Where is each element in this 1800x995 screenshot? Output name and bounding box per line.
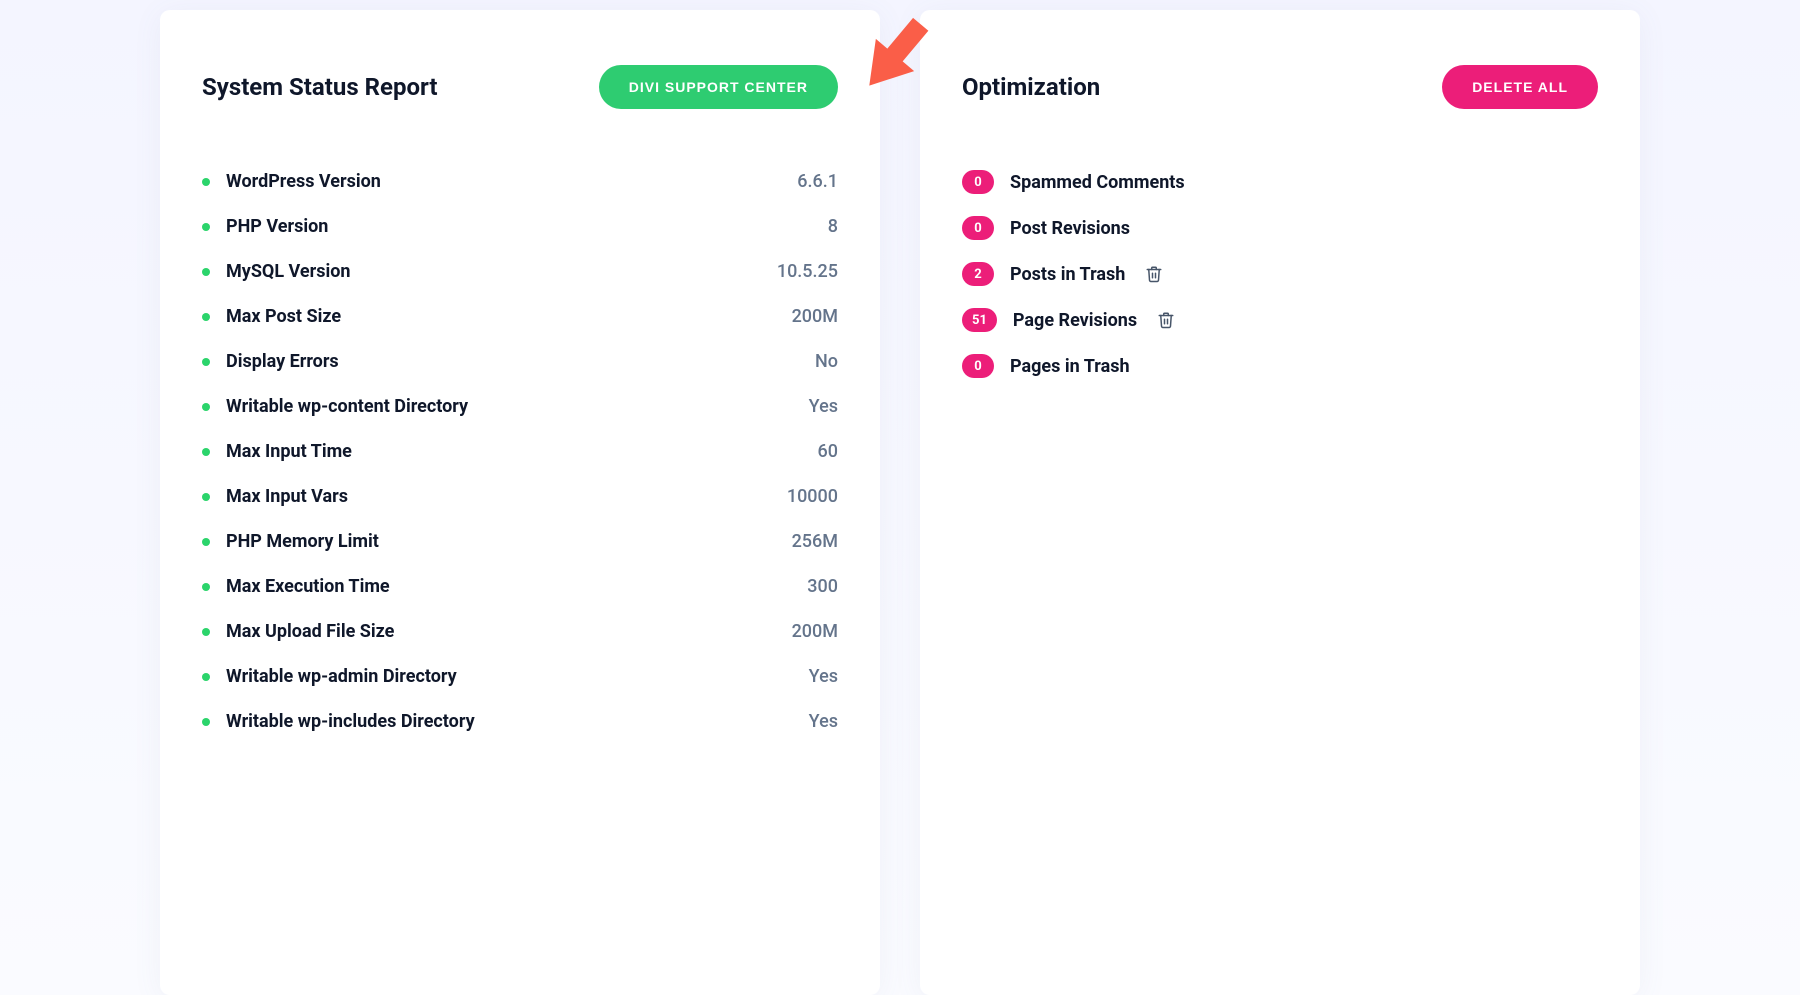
status-dot-icon [202,223,210,231]
status-item: Max Execution Time 300 [202,564,838,609]
optimization-item: 0 Pages in Trash [962,343,1598,389]
status-item-value: Yes [809,666,838,687]
status-dot-icon [202,313,210,321]
status-item-left: Max Input Vars [202,486,348,507]
system-status-card: System Status Report DIVI SUPPORT CENTER… [160,10,880,995]
status-dot-icon [202,538,210,546]
divi-support-center-button[interactable]: DIVI SUPPORT CENTER [599,65,838,109]
status-item-left: Max Post Size [202,306,341,327]
system-status-header: System Status Report DIVI SUPPORT CENTER [202,65,838,109]
status-item-value: 10000 [787,486,838,507]
status-item-left: PHP Memory Limit [202,531,379,552]
status-dot-icon [202,448,210,456]
status-item-left: Writable wp-content Directory [202,396,468,417]
status-dot-icon [202,583,210,591]
status-item: Writable wp-includes Directory Yes [202,699,838,744]
status-item-value: 60 [818,441,838,462]
status-item: MySQL Version 10.5.25 [202,249,838,294]
status-item: WordPress Version 6.6.1 [202,159,838,204]
status-item-label: PHP Version [226,216,328,237]
optimization-list: 0 Spammed Comments 0 Post Revisions 2 Posts i… [962,159,1598,389]
status-dot-icon [202,268,210,276]
status-item-left: Max Input Time [202,441,352,462]
status-item-label: MySQL Version [226,261,350,282]
status-item-value: 10.5.25 [777,261,838,282]
count-badge: 51 [962,308,997,332]
trash-icon[interactable] [1145,265,1163,283]
status-item-label: Max Post Size [226,306,341,327]
status-item-label: Display Errors [226,351,339,372]
status-item: PHP Memory Limit 256M [202,519,838,564]
status-item-label: PHP Memory Limit [226,531,379,552]
optimization-item: 51 Page Revisions [962,297,1598,343]
optimization-item: 2 Posts in Trash [962,251,1598,297]
status-item-left: PHP Version [202,216,328,237]
optimization-item-label: Posts in Trash [1010,264,1125,285]
optimization-item: 0 Spammed Comments [962,159,1598,205]
status-item: Max Input Vars 10000 [202,474,838,519]
optimization-item-label: Page Revisions [1013,310,1137,331]
status-item: Max Input Time 60 [202,429,838,474]
status-dot-icon [202,493,210,501]
optimization-item-label: Spammed Comments [1010,172,1185,193]
status-item-label: Writable wp-admin Directory [226,666,457,687]
count-badge: 0 [962,170,994,194]
count-badge: 0 [962,216,994,240]
status-dot-icon [202,673,210,681]
status-item: Writable wp-content Directory Yes [202,384,838,429]
optimization-title: Optimization [962,73,1100,101]
status-item-label: Max Execution Time [226,576,390,597]
status-dot-icon [202,403,210,411]
status-item: Writable wp-admin Directory Yes [202,654,838,699]
optimization-card: Optimization DELETE ALL 0 Spammed Comment… [920,10,1640,995]
status-item-left: Writable wp-includes Directory [202,711,475,732]
optimization-item-label: Post Revisions [1010,218,1130,239]
status-item: Display Errors No [202,339,838,384]
status-item-left: MySQL Version [202,261,350,282]
count-badge: 0 [962,354,994,378]
status-item-left: Max Execution Time [202,576,390,597]
status-item-left: Writable wp-admin Directory [202,666,457,687]
optimization-item-label: Pages in Trash [1010,356,1130,377]
status-dot-icon [202,358,210,366]
status-item: Max Post Size 200M [202,294,838,339]
status-item-value: No [815,351,838,372]
status-item-label: Max Input Vars [226,486,348,507]
status-item-value: 200M [792,306,838,327]
status-item-label: Writable wp-content Directory [226,396,468,417]
status-item-left: Display Errors [202,351,339,372]
status-item-label: Max Input Time [226,441,352,462]
count-badge: 2 [962,262,994,286]
status-item-value: 200M [792,621,838,642]
status-list: WordPress Version 6.6.1 PHP Version 8 MySQL … [202,159,838,744]
status-item-label: Writable wp-includes Directory [226,711,475,732]
system-status-title: System Status Report [202,73,438,101]
status-item: PHP Version 8 [202,204,838,249]
delete-all-button[interactable]: DELETE ALL [1442,65,1598,109]
status-item-left: WordPress Version [202,171,381,192]
status-item-left: Max Upload File Size [202,621,394,642]
status-dot-icon [202,718,210,726]
status-item-value: Yes [809,396,838,417]
status-item-value: 300 [807,576,838,597]
optimization-header: Optimization DELETE ALL [962,65,1598,109]
status-dot-icon [202,628,210,636]
status-item-label: WordPress Version [226,171,381,192]
status-dot-icon [202,178,210,186]
optimization-item: 0 Post Revisions [962,205,1598,251]
status-item: Max Upload File Size 200M [202,609,838,654]
status-item-value: 256M [792,531,838,552]
trash-icon[interactable] [1157,311,1175,329]
status-item-value: 6.6.1 [797,171,838,192]
status-item-value: Yes [809,711,838,732]
status-item-label: Max Upload File Size [226,621,394,642]
status-item-value: 8 [828,216,838,237]
